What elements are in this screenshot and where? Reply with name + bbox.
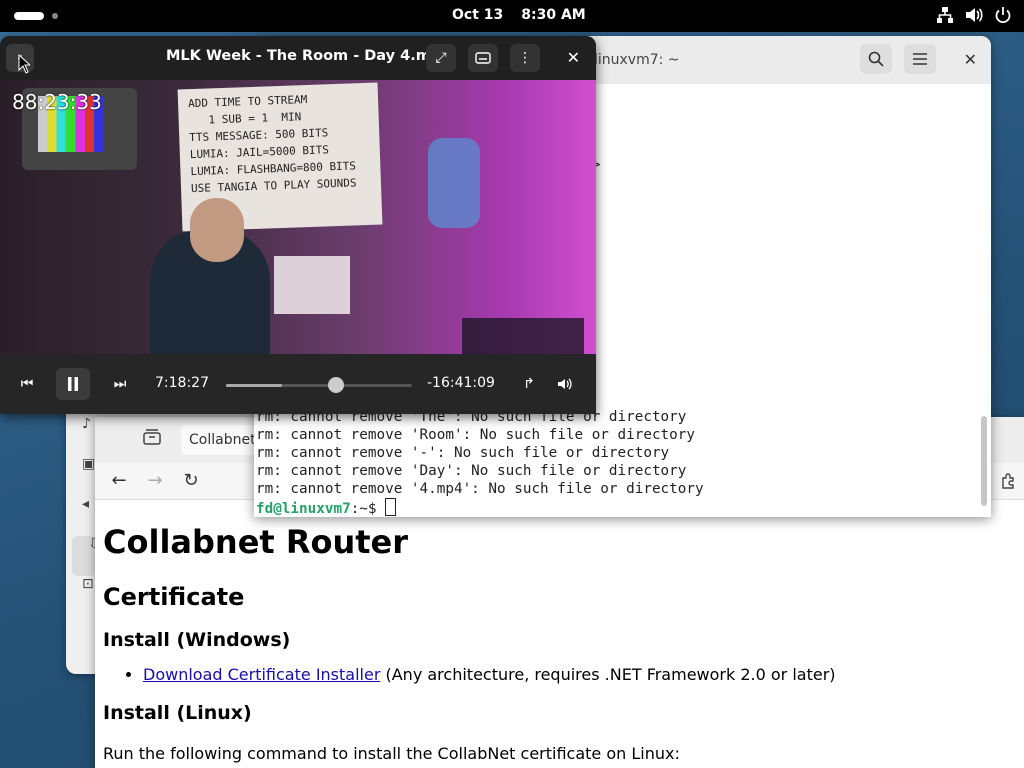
- seek-bar[interactable]: [226, 377, 412, 393]
- whiteboard-text: ADD TIME TO STREAM 1 SUB = 1 MIN TTS MES…: [187, 93, 357, 196]
- workspace-active-indicator: [14, 12, 44, 20]
- list-item: Download Certificate Installer (Any arch…: [143, 665, 1003, 684]
- close-icon[interactable]: ✕: [567, 48, 580, 67]
- system-tray[interactable]: [936, 6, 1012, 24]
- playback-rate-icon[interactable]: ↱: [512, 368, 546, 400]
- download-list: Download Certificate Installer (Any arch…: [103, 665, 1003, 684]
- terminal-line: rm: cannot remove 'Day': No such file or…: [256, 463, 687, 479]
- terminal-line: rm: cannot remove '4.mp4': No such file …: [256, 481, 704, 497]
- terminal-title: linuxvm7: ~: [594, 52, 680, 68]
- reload-icon[interactable]: ↻: [179, 469, 203, 493]
- sidebar-item-downloads[interactable]: ⇩: [72, 536, 100, 576]
- prompt-user: fd@linuxvm7: [256, 501, 351, 517]
- section-heading-install-linux: Install (Linux): [103, 702, 252, 724]
- sidebar-item-videos[interactable]: ◂: [66, 496, 96, 536]
- download-certificate-link[interactable]: Download Certificate Installer: [143, 665, 380, 684]
- mouse-pointer-icon: [18, 54, 30, 74]
- terminal-line: rm: cannot remove '-': No such file or d…: [256, 445, 670, 461]
- download-note: (Any architecture, requires .NET Framewo…: [380, 665, 836, 684]
- sidebar-item-trash[interactable]: ⊡: [66, 576, 96, 616]
- section-heading-install-windows: Install (Windows): [103, 629, 291, 651]
- seek-handle[interactable]: [327, 377, 344, 393]
- forward-arrow-icon[interactable]: →: [143, 469, 167, 493]
- page-title: Collabnet Router: [103, 523, 409, 561]
- back-arrow-icon[interactable]: ←: [107, 469, 131, 493]
- prompt-path: :~$: [350, 501, 386, 517]
- video-player-window: ‹ MLK Week - The Room - Day 4.mp4 ⤢ ⋮ ✕ …: [0, 36, 596, 414]
- elapsed-time: 7:18:27: [155, 375, 209, 391]
- skip-forward-icon[interactable]: ⏭: [103, 368, 137, 400]
- volume-icon[interactable]: [548, 368, 582, 400]
- player-header: ‹ MLK Week - The Room - Day 4.mp4 ⤢ ⋮ ✕: [0, 36, 596, 80]
- more-options-icon[interactable]: ⋮: [510, 44, 540, 72]
- player-title: MLK Week - The Room - Day 4.mp4: [166, 48, 452, 64]
- terminal-scrollbar[interactable]: [981, 416, 987, 506]
- player-controls: ⏮ ⏭ 7:18:27 -16:41:09 ↱: [0, 354, 596, 414]
- video-frame[interactable]: ADD TIME TO STREAM 1 SUB = 1 MIN TTS MES…: [0, 80, 596, 354]
- clock[interactable]: Oct 13 8:30 AM: [452, 7, 586, 23]
- fullscreen-icon[interactable]: ⤢: [426, 44, 456, 72]
- video-dresser: [274, 256, 350, 314]
- close-icon[interactable]: ✕: [964, 50, 977, 69]
- workspace-indicator: [52, 13, 58, 19]
- clock-date: Oct 13: [452, 7, 504, 23]
- power-icon: [994, 6, 1012, 24]
- video-timestamp-overlay: 88:23:33: [12, 90, 102, 114]
- top-bar: Oct 13 8:30 AM: [0, 0, 1024, 32]
- sidebar-item-music[interactable]: ♪: [66, 416, 96, 456]
- subtitles-icon[interactable]: [468, 44, 498, 72]
- pause-button[interactable]: [56, 368, 90, 400]
- skip-back-icon[interactable]: ⏮: [10, 368, 44, 400]
- video-water-jug: [428, 138, 480, 228]
- remaining-time: -16:41:09: [427, 375, 495, 391]
- terminal-line: rm: cannot remove 'Room': No such file o…: [256, 427, 695, 443]
- linux-instructions: Run the following command to install the…: [103, 744, 680, 763]
- terminal-prompt-line: fd@linuxvm7:~$: [256, 498, 976, 517]
- video-person-head: [190, 198, 244, 262]
- extensions-icon[interactable]: [1000, 473, 1016, 493]
- sidebar-item-pictures[interactable]: ▣: [66, 456, 96, 496]
- activities-button[interactable]: [14, 12, 58, 20]
- search-icon[interactable]: [860, 44, 892, 74]
- page-content: Collabnet Router Certificate Install (Wi…: [103, 517, 1003, 763]
- menu-icon[interactable]: [904, 44, 936, 74]
- tab-overview-icon[interactable]: [143, 429, 165, 451]
- files-sidebar: ♪ ▣ ◂ ⇩ ⊡: [66, 416, 100, 616]
- text-cursor: [385, 498, 397, 516]
- video-chat-overlay: [462, 318, 584, 354]
- network-icon: [936, 6, 954, 24]
- clock-time: 8:30 AM: [521, 7, 586, 23]
- volume-icon: [964, 6, 984, 24]
- section-heading-certificate: Certificate: [103, 583, 245, 611]
- seek-bar-progress: [226, 384, 282, 387]
